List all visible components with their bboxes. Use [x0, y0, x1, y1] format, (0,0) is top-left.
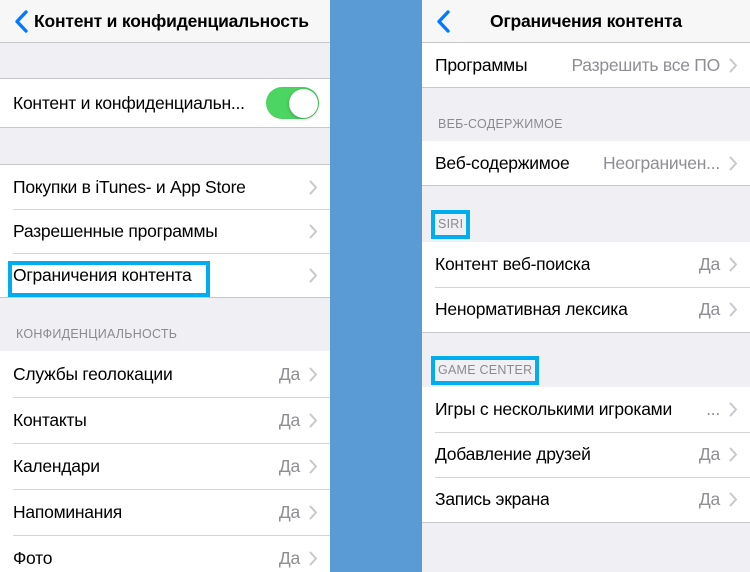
dual-screenshot-composite: Контент и конфиденциальность Контент и к…	[0, 0, 750, 572]
section-header-label: GAME CENTER	[430, 356, 540, 385]
section-header-siri: SIRI	[422, 186, 750, 242]
row-value: Да	[698, 444, 720, 464]
chevron-right-icon	[308, 504, 319, 521]
row-location-services[interactable]: Службы геолокации Да	[0, 351, 330, 397]
row-label: Разрешенные программы	[13, 220, 218, 241]
row-siri-explicit-language[interactable]: Ненормативная лексика Да	[422, 287, 750, 332]
chevron-right-icon	[728, 155, 739, 172]
row-label: Покупки в iTunes- и App Store	[13, 176, 246, 197]
row-label: Календари	[13, 455, 100, 476]
game-center-group: Игры с несколькими игроками ... Добавлен…	[422, 387, 750, 523]
row-value: Да	[278, 363, 300, 384]
chevron-right-icon	[308, 267, 319, 284]
right-scroll-area: Программы Разрешить все ПО ВЕБ-СОДЕРЖИМО…	[422, 43, 750, 523]
toggle-switch-on[interactable]	[266, 87, 319, 119]
chevron-right-icon	[308, 223, 319, 240]
row-photos[interactable]: Фото Да	[0, 535, 330, 572]
row-calendars[interactable]: Календари Да	[0, 443, 330, 489]
row-label: Программы	[435, 54, 528, 75]
row-label: Контент веб-поиска	[435, 254, 591, 274]
row-value: ...	[706, 399, 720, 419]
section-header-web-content: ВЕБ-СОДЕРЖИМОЕ	[422, 88, 750, 141]
row-label: Ограничения контента	[13, 264, 192, 285]
right-phone-screen: Ограничения контента Программы Разрешить…	[422, 0, 750, 572]
row-value: Да	[278, 455, 300, 476]
row-web-content[interactable]: Веб-содержимое Неограничен...	[422, 141, 750, 185]
right-page-title: Ограничения контента	[490, 10, 682, 31]
privacy-group: Службы геолокации Да Контакты Да Календа…	[0, 351, 330, 572]
siri-group: Контент веб-поиска Да Ненормативная лекс…	[422, 242, 750, 333]
row-siri-web-search-content[interactable]: Контент веб-поиска Да	[422, 242, 750, 287]
row-label: Контакты	[13, 409, 87, 430]
row-label: Фото	[13, 547, 53, 568]
apps-group: Программы Разрешить все ПО	[422, 43, 750, 88]
row-multiplayer-games[interactable]: Игры с несколькими игроками ...	[422, 387, 750, 432]
chevron-right-icon	[308, 179, 319, 196]
chevron-right-icon	[728, 57, 739, 74]
row-label: Добавление друзей	[435, 444, 591, 464]
spacer	[0, 128, 330, 164]
spacer	[0, 43, 330, 78]
section-header-game-center: GAME CENTER	[422, 333, 750, 387]
section-header-label: КОНФИДЕНЦИАЛЬНОСТЬ	[16, 327, 178, 341]
row-label: Ненормативная лексика	[435, 299, 628, 319]
left-navigation-bar: Контент и конфиденциальность	[0, 0, 330, 43]
row-value: Да	[278, 501, 300, 522]
row-content-restrictions[interactable]: Ограничения контента	[0, 253, 330, 297]
row-screen-recording[interactable]: Запись экрана Да	[422, 477, 750, 522]
chevron-right-icon	[728, 401, 739, 418]
separator-blue-band	[330, 0, 422, 572]
chevron-right-icon	[728, 256, 739, 273]
row-label: Контент и конфиденциальн...	[13, 92, 245, 113]
row-adding-friends[interactable]: Добавление друзей Да	[422, 432, 750, 477]
row-label: Запись экрана	[435, 489, 550, 509]
row-value: Да	[698, 254, 720, 274]
row-reminders[interactable]: Напоминания Да	[0, 489, 330, 535]
chevron-right-icon	[308, 458, 319, 475]
row-label: Службы геолокации	[13, 363, 173, 384]
section-header-label: ВЕБ-СОДЕРЖИМОЕ	[438, 117, 563, 131]
left-page-title: Контент и конфиденциальность	[34, 10, 309, 31]
row-value: Неограничен...	[603, 152, 720, 173]
row-value: Да	[278, 547, 300, 568]
chevron-right-icon	[308, 550, 319, 567]
row-content-privacy-toggle[interactable]: Контент и конфиденциальн...	[0, 79, 330, 127]
chevron-right-icon	[728, 491, 739, 508]
section-header-label: SIRI	[430, 210, 471, 239]
row-itunes-appstore-purchases[interactable]: Покупки в iTunes- и App Store	[0, 165, 330, 209]
left-phone-screen: Контент и конфиденциальность Контент и к…	[0, 0, 330, 572]
toggle-knob	[288, 88, 318, 118]
row-apps[interactable]: Программы Разрешить все ПО	[422, 43, 750, 87]
row-label: Игры с несколькими игроками	[435, 399, 672, 419]
chevron-left-icon[interactable]	[10, 8, 32, 34]
row-contacts[interactable]: Контакты Да	[0, 397, 330, 443]
row-label: Веб-содержимое	[435, 152, 570, 173]
content-privacy-toggle-group: Контент и конфиденциальн...	[0, 78, 330, 128]
row-label: Напоминания	[13, 501, 122, 522]
row-value: Да	[698, 299, 720, 319]
chevron-right-icon	[308, 412, 319, 429]
section-header-privacy: КОНФИДЕНЦИАЛЬНОСТЬ	[0, 298, 330, 351]
web-content-group: Веб-содержимое Неограничен...	[422, 141, 750, 186]
row-value: Да	[698, 489, 720, 509]
chevron-left-icon[interactable]	[432, 8, 454, 34]
restrictions-group: Покупки в iTunes- и App Store Разрешенны…	[0, 164, 330, 298]
right-navigation-bar: Ограничения контента	[422, 0, 750, 43]
chevron-right-icon	[728, 446, 739, 463]
chevron-right-icon	[308, 366, 319, 383]
chevron-right-icon	[728, 301, 739, 318]
row-value: Разрешить все ПО	[571, 54, 720, 75]
row-value: Да	[278, 409, 300, 430]
left-scroll-area: Контент и конфиденциальн... Покупки в iT…	[0, 43, 330, 572]
row-allowed-apps[interactable]: Разрешенные программы	[0, 209, 330, 253]
